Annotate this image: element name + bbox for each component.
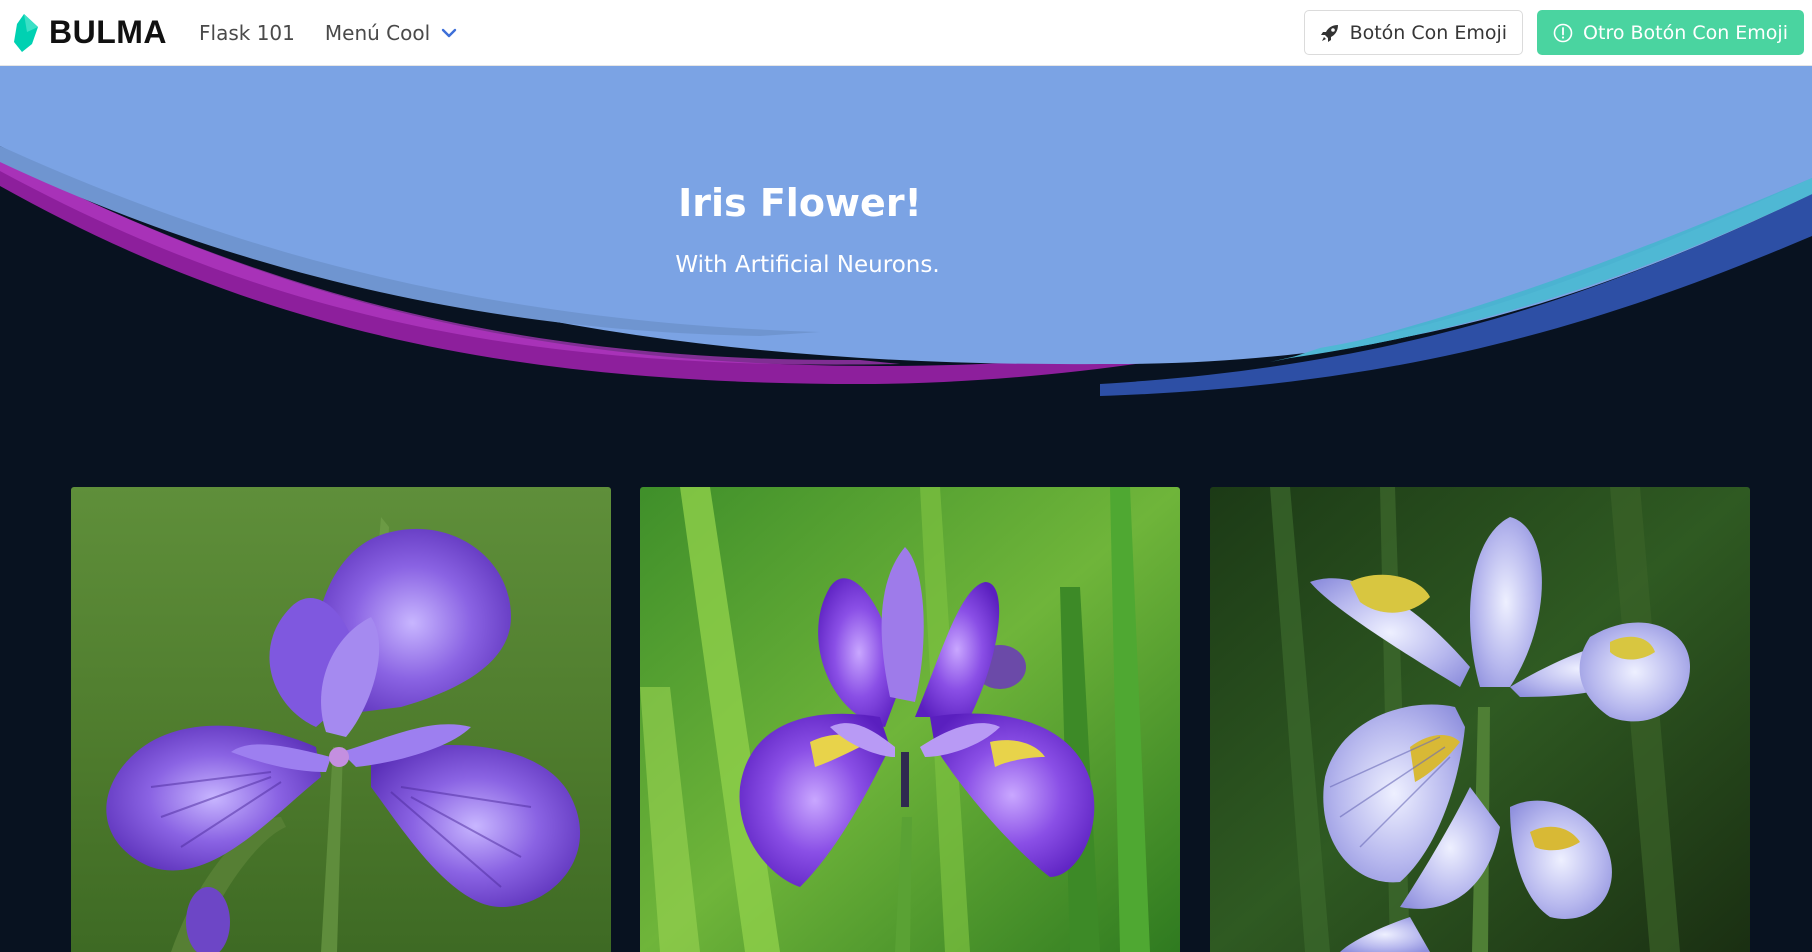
rocket-icon [1320, 24, 1338, 42]
iris-versicolor-photo [640, 487, 1180, 952]
hero-subtitle: With Artificial Neurons. [675, 252, 940, 278]
hero-title: Iris Flower! [678, 181, 922, 225]
iris-image-card-1 [71, 487, 611, 952]
navbar-actions: Botón Con Emoji Otro Botón Con Emoji [1303, 10, 1804, 55]
info-button-label: Otro Botón Con Emoji [1583, 21, 1788, 44]
brand-link[interactable]: BULMA [14, 0, 167, 66]
nav-dropdown-menu[interactable]: Menú Cool [325, 21, 458, 45]
chevron-down-icon [441, 28, 457, 37]
info-button[interactable]: Otro Botón Con Emoji [1537, 10, 1804, 55]
top-navbar: BULMA Flask 101 Menú Cool Botón Con Emoj… [0, 0, 1812, 66]
nav-link-flask[interactable]: Flask 101 [199, 21, 295, 45]
bulma-logo-icon [14, 13, 38, 52]
rocket-button-label: Botón Con Emoji [1349, 21, 1508, 44]
hero-wave-graphic [0, 66, 1812, 426]
iris-image-card-2 [640, 487, 1180, 952]
iris-setosa-photo [71, 487, 611, 952]
iris-virginica-photo [1210, 487, 1750, 952]
nav-dropdown-label: Menú Cool [324, 20, 431, 45]
brand-name: BULMA [49, 14, 168, 50]
info-circle-icon [1553, 23, 1573, 42]
hero-banner: Iris Flower! With Artificial Neurons. [0, 66, 1812, 426]
iris-image-card-3 [1210, 487, 1750, 952]
rocket-button[interactable]: Botón Con Emoji [1303, 10, 1524, 55]
